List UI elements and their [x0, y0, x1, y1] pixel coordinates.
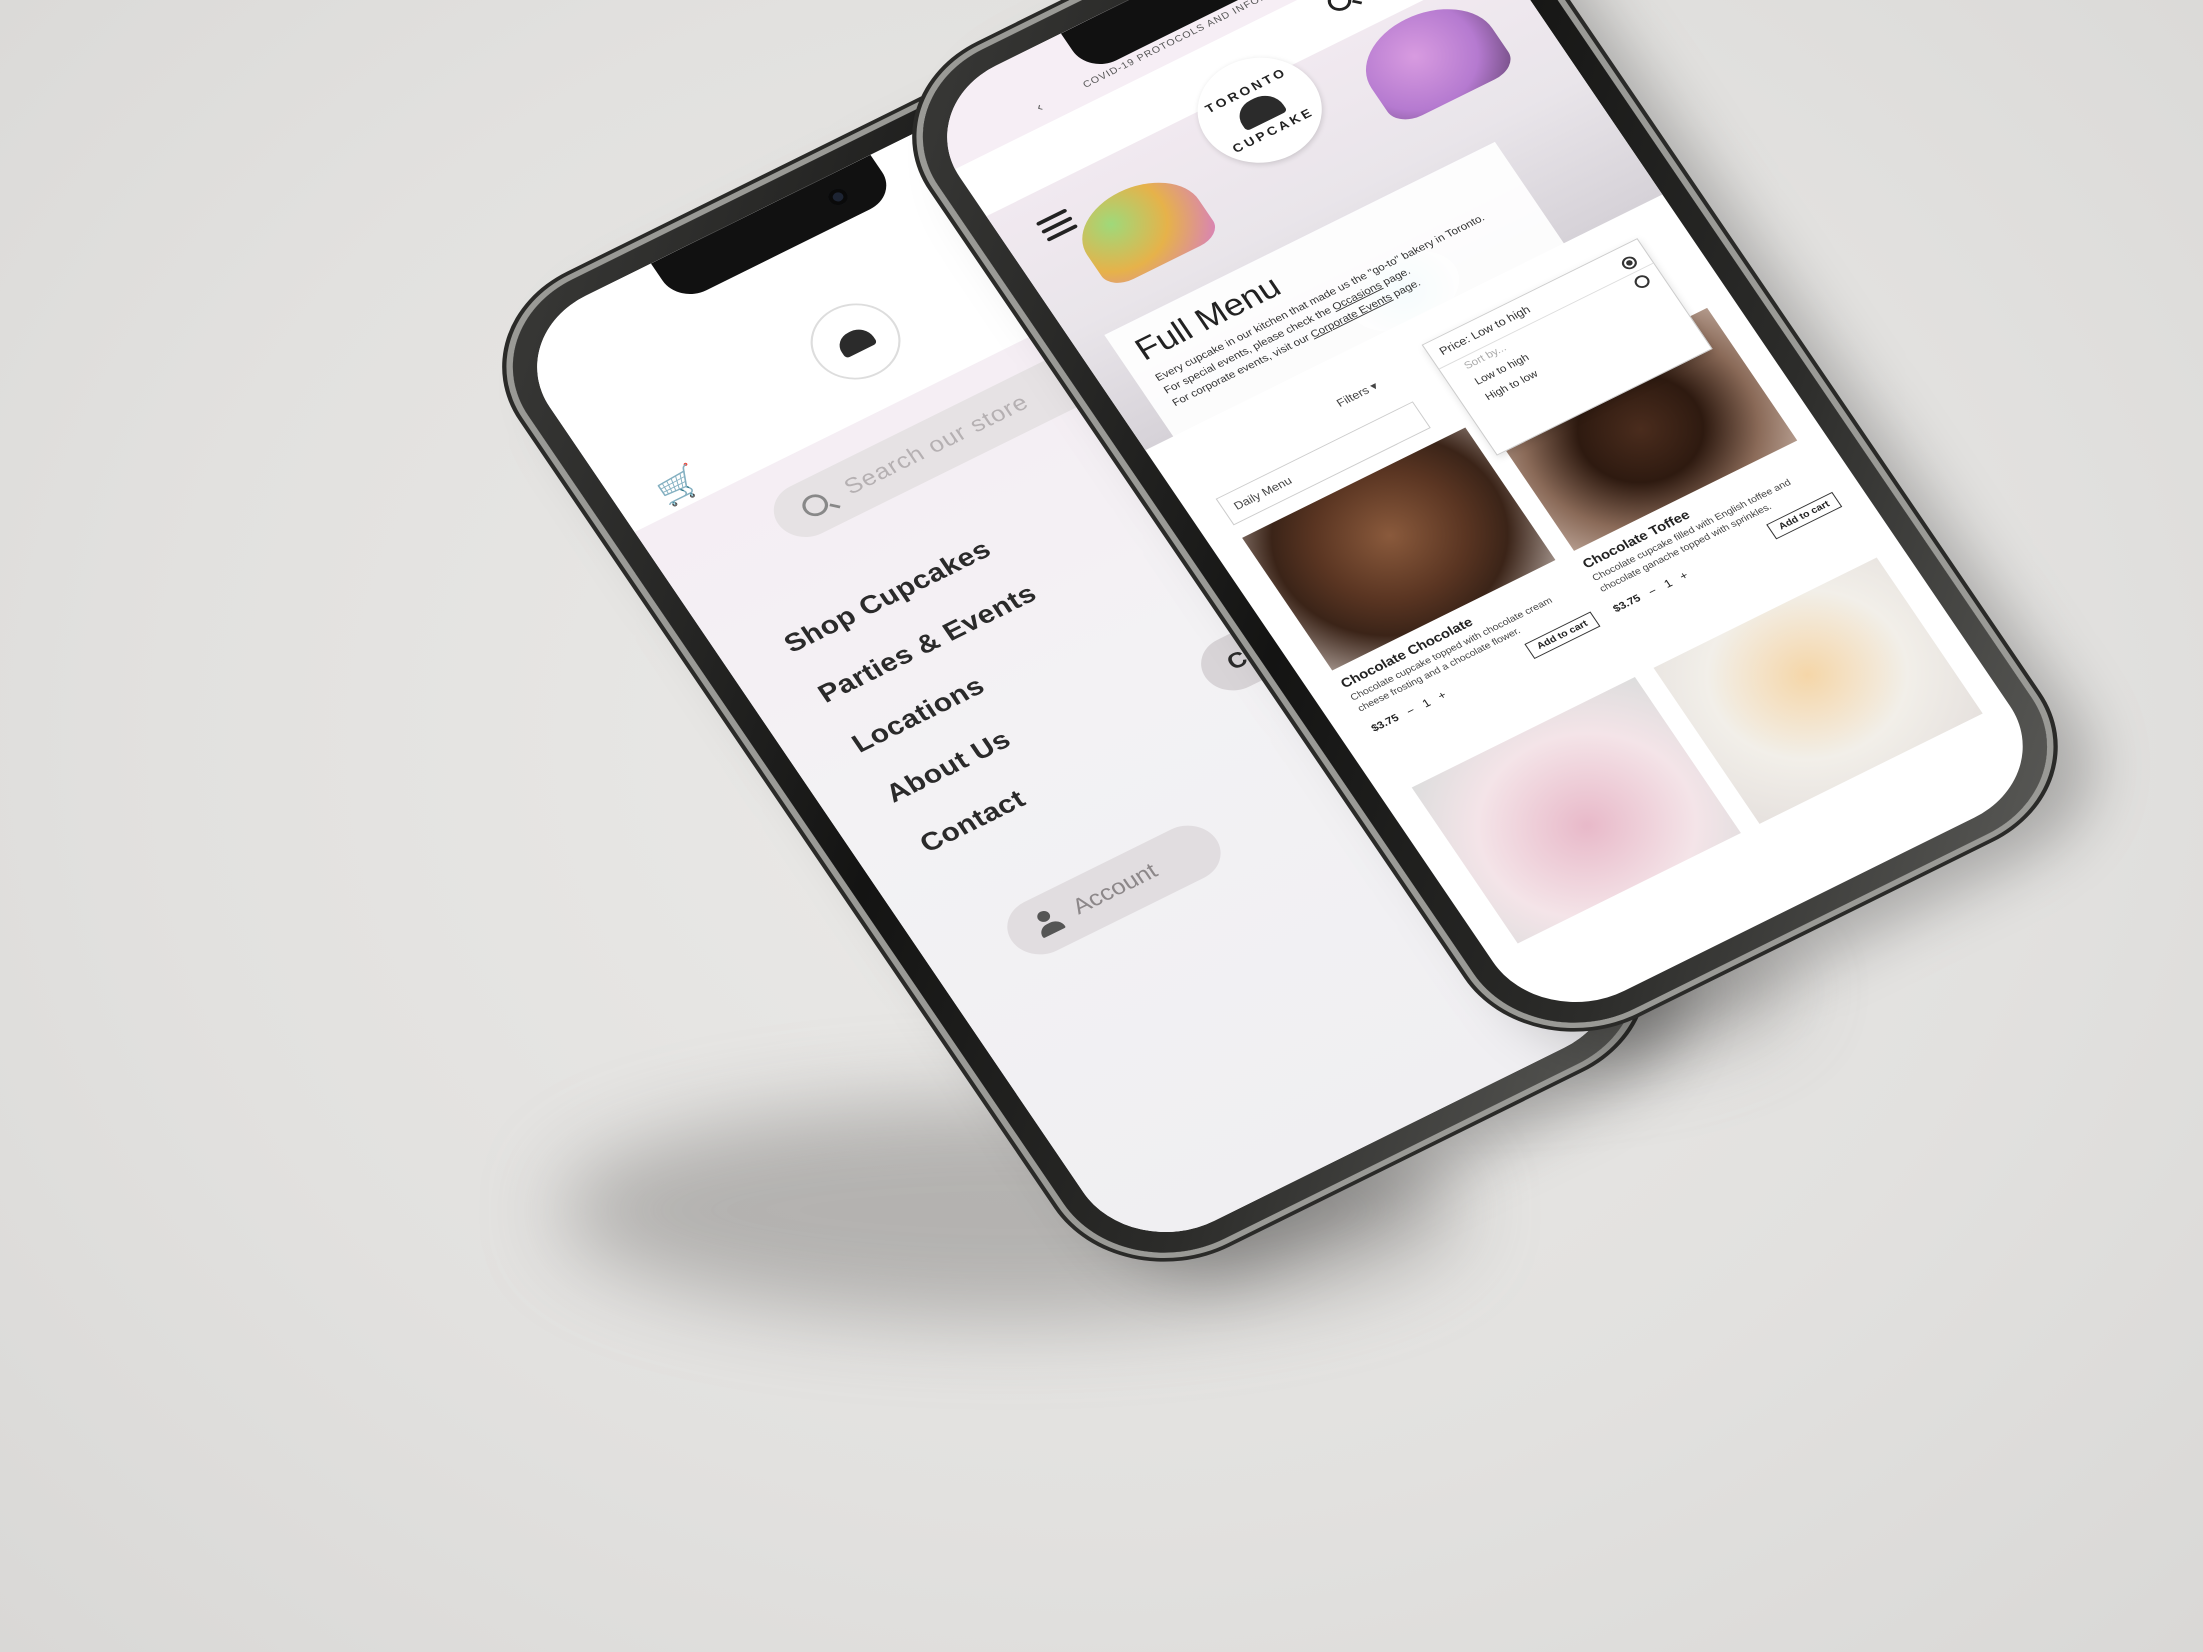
- quantity-value[interactable]: 1: [1419, 696, 1433, 710]
- account-label: Account: [1067, 858, 1163, 920]
- plus-icon[interactable]: +: [1435, 688, 1449, 702]
- chevron-left-icon[interactable]: ‹: [1033, 99, 1046, 114]
- search-icon[interactable]: [1323, 0, 1356, 15]
- nav-menu: Shop Cupcakes Parties & Events Locations…: [770, 516, 1153, 871]
- hero-cupcake-image: [1063, 164, 1223, 291]
- minus-icon[interactable]: −: [1645, 584, 1659, 598]
- user-icon: [1028, 906, 1067, 940]
- hero-cupcake-image: [1345, 0, 1519, 128]
- quantity-value[interactable]: 1: [1661, 576, 1675, 590]
- cupcake-logo-icon: [833, 324, 878, 359]
- plus-icon[interactable]: +: [1677, 568, 1691, 582]
- mockup-scene: 🛒 Search our store Shop Cupcakes Parties…: [0, 0, 2203, 1652]
- product-price: $3.75: [1610, 592, 1643, 615]
- logo[interactable]: [794, 289, 917, 394]
- product-price: $3.75: [1369, 711, 1402, 735]
- account-button[interactable]: Account: [995, 815, 1233, 965]
- search-icon: [797, 490, 833, 521]
- filters-label: Filters: [1333, 383, 1372, 410]
- minus-icon[interactable]: −: [1403, 703, 1417, 717]
- camera: [824, 185, 852, 209]
- filters-button[interactable]: Filters ▾: [1334, 379, 1381, 409]
